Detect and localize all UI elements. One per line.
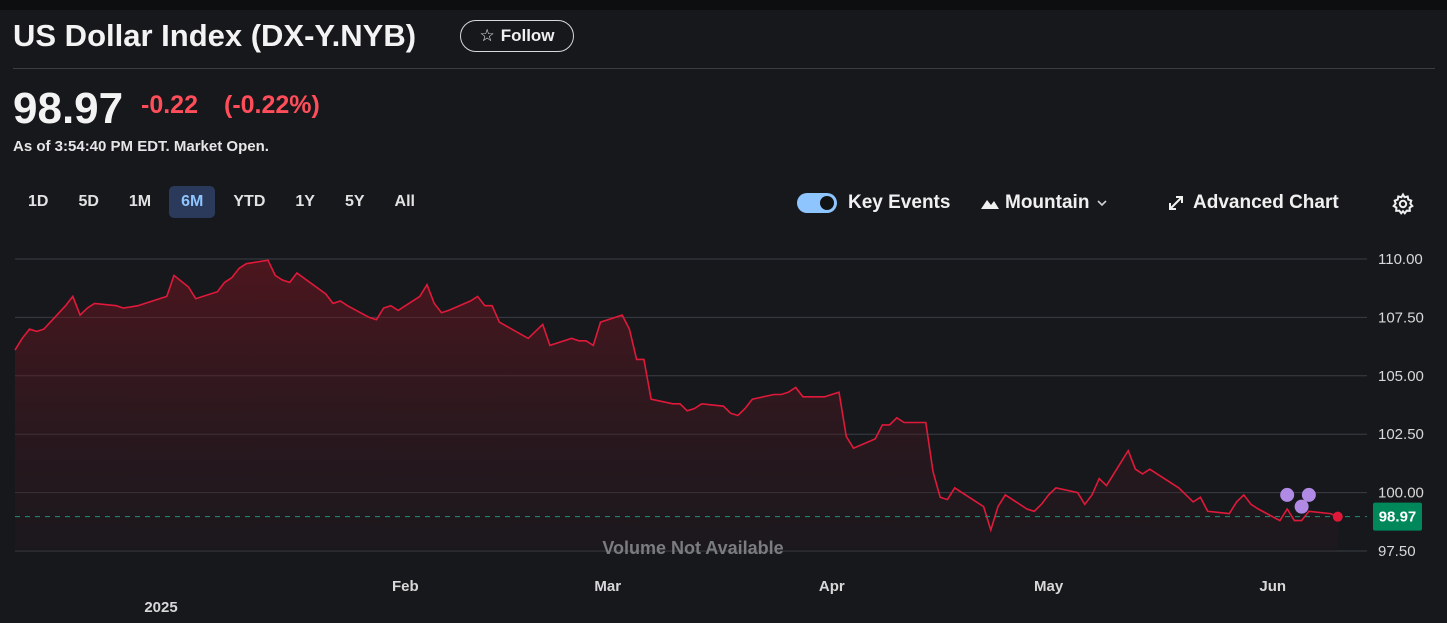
- key-event-marker: [1294, 499, 1309, 514]
- x-tick-label: Jun: [1259, 578, 1286, 595]
- gear-icon[interactable]: [1391, 192, 1415, 216]
- key-events-label[interactable]: Key Events: [848, 192, 950, 214]
- volume-not-available: Volume Not Available: [602, 538, 783, 558]
- y-tick-label: 100.00: [1378, 485, 1424, 502]
- y-tick-label: 102.50: [1378, 426, 1424, 443]
- y-tick-label: 97.50: [1378, 543, 1416, 560]
- chart-type-dropdown[interactable]: Mountain: [981, 192, 1109, 214]
- x-tick-label: Apr: [819, 578, 845, 595]
- top-band: [0, 0, 1447, 10]
- x-tick-label: Feb: [392, 578, 419, 595]
- range-5y[interactable]: 5Y: [333, 186, 377, 218]
- price-change-percent: (-0.22%): [224, 91, 320, 119]
- follow-button[interactable]: ☆ Follow: [460, 20, 574, 52]
- y-tick-label: 110.00: [1378, 251, 1423, 268]
- page-title: US Dollar Index (DX-Y.NYB): [13, 18, 417, 53]
- toggle-knob: [820, 196, 834, 210]
- x-tick-label: May: [1034, 578, 1064, 595]
- price-change: -0.22: [141, 91, 198, 119]
- current-price: 98.97: [13, 84, 124, 133]
- x-tick-label: Mar: [594, 578, 621, 595]
- range-5d[interactable]: 5D: [66, 186, 110, 218]
- last-price-dot: [1332, 511, 1343, 522]
- key-events-toggle[interactable]: [797, 193, 837, 213]
- range-1d[interactable]: 1D: [16, 186, 60, 218]
- advanced-chart-label: Advanced Chart: [1193, 192, 1339, 213]
- expand-icon: [1169, 196, 1183, 210]
- range-selector: 1D 5D 1M 6M YTD 1Y 5Y All: [16, 186, 433, 218]
- as-of-timestamp: As of 3:54:40 PM EDT. Market Open.: [13, 138, 269, 155]
- price-area: [15, 260, 1338, 551]
- header-divider: [13, 68, 1435, 69]
- key-event-marker: [1301, 487, 1316, 502]
- last-price-label: 98.97: [1379, 509, 1417, 526]
- chart-type-label: Mountain: [1005, 192, 1090, 213]
- advanced-chart-button[interactable]: Advanced Chart: [1167, 192, 1339, 214]
- range-ytd[interactable]: YTD: [221, 186, 277, 218]
- key-event-marker: [1280, 487, 1295, 502]
- range-all[interactable]: All: [383, 186, 427, 218]
- price-chart[interactable]: 110.00 107.50 105.00 102.50 100.00 97.50 98.97…: [0, 230, 1447, 623]
- y-tick-label: 107.50: [1378, 309, 1424, 326]
- star-icon: ☆: [479, 26, 495, 45]
- mountain-icon: [981, 200, 999, 209]
- range-1m[interactable]: 1M: [117, 186, 163, 218]
- y-tick-label: 105.00: [1378, 368, 1424, 385]
- follow-label: Follow: [500, 26, 555, 45]
- year-label: 2025: [144, 599, 177, 616]
- chevron-down-icon: [1097, 200, 1108, 207]
- range-1y[interactable]: 1Y: [283, 186, 327, 218]
- range-6m[interactable]: 6M: [169, 186, 216, 218]
